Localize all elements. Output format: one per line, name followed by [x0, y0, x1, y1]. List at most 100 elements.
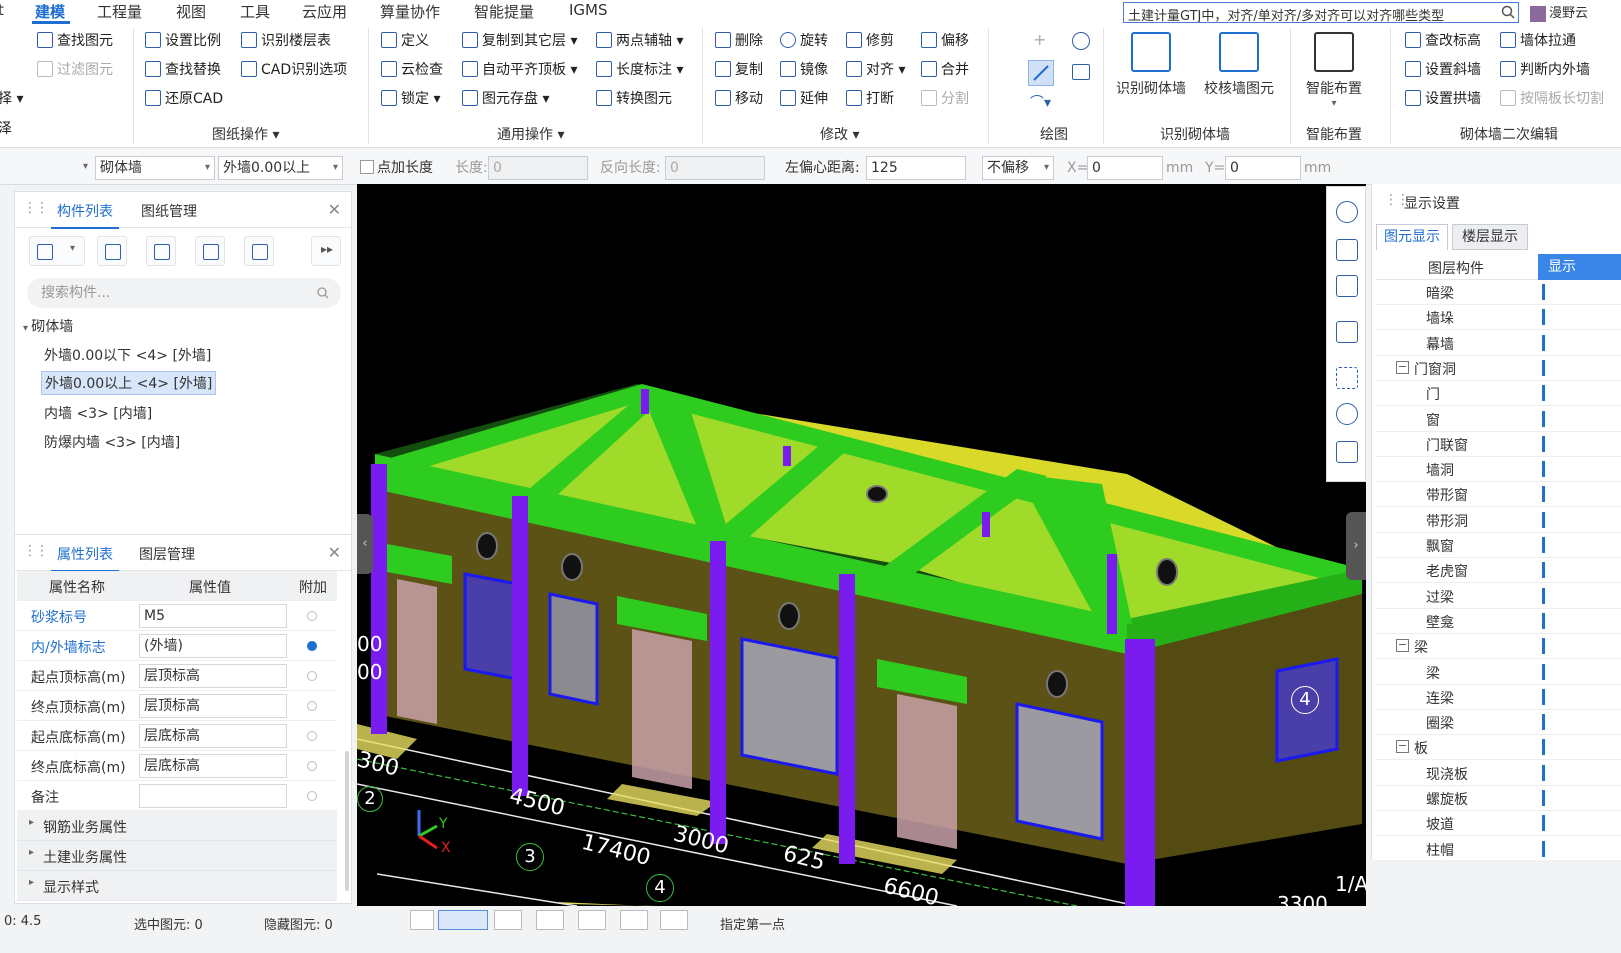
display-row[interactable]: 现浇板	[1376, 761, 1621, 786]
group-label-drawing-ops[interactable]: 图纸操作 ▾	[212, 124, 279, 144]
view-settings-icon[interactable]	[1336, 441, 1358, 463]
property-row[interactable]: 起点底标高(m) 层底标高	[17, 721, 337, 751]
judge-wall-button[interactable]: 判断内外墙	[1500, 59, 1590, 81]
attached-radio[interactable]	[307, 791, 317, 801]
status-tool-button[interactable]	[620, 910, 648, 930]
property-row[interactable]: 起点顶标高(m) 层顶标高	[17, 661, 337, 691]
define-button[interactable]: 定义	[381, 30, 429, 52]
cut-by-partition-button[interactable]: 按隔板长切割	[1500, 88, 1604, 110]
edit-elevation-button[interactable]: 查改标高	[1405, 30, 1481, 52]
visibility-checkbox[interactable]	[1542, 309, 1545, 326]
component-layer-dropdown[interactable]: 外墙0.00以上	[218, 156, 343, 180]
visibility-checkbox[interactable]	[1542, 688, 1545, 705]
smart-layout-button[interactable]: 智能布置 ▾	[1298, 28, 1370, 109]
copy-component-button[interactable]	[97, 236, 127, 266]
property-row[interactable]: 砂浆标号 M5	[17, 601, 337, 631]
tree-item[interactable]: 防爆内墙 <3> [内墙]	[44, 432, 180, 452]
help-search-input[interactable]: 土建计量GTJ中，对齐/单对齐/多对齐可以对齐哪些类型	[1123, 2, 1519, 23]
drag-handle-icon[interactable]: ⋮⋮	[23, 200, 49, 216]
display-row[interactable]: 门联窗	[1376, 432, 1621, 457]
display-row[interactable]: 连梁	[1376, 685, 1621, 710]
rect-draw-icon[interactable]	[1072, 64, 1090, 80]
fullscreen-icon[interactable]	[1336, 367, 1358, 389]
display-mode-icon[interactable]	[1336, 321, 1358, 343]
component-search-input[interactable]: 搜索构件...	[27, 278, 341, 308]
category-dropdown[interactable]	[0, 156, 92, 180]
menu-cloud[interactable]: 云应用	[302, 1, 347, 22]
visibility-checkbox[interactable]	[1542, 638, 1545, 655]
property-value-input[interactable]: (外墙)	[139, 634, 287, 658]
tab-floor-display[interactable]: 楼层显示	[1452, 224, 1528, 250]
lock-button[interactable]: 锁定 ▾	[381, 88, 440, 110]
visibility-checkbox[interactable]	[1542, 815, 1545, 832]
tree-item[interactable]: 外墙0.00以下 <4> [外墙]	[44, 345, 211, 365]
find-element-button[interactable]: 查找图元	[37, 30, 113, 52]
split-button[interactable]: 分割	[921, 88, 969, 110]
property-value-input[interactable]: M5	[139, 604, 287, 628]
menu-view[interactable]: 视图	[176, 1, 206, 22]
delete-component-button[interactable]	[146, 236, 176, 266]
visibility-checkbox[interactable]	[1542, 359, 1545, 376]
group-label-modify[interactable]: 修改 ▾	[820, 124, 859, 144]
display-row[interactable]: 过梁	[1376, 584, 1621, 609]
element-save-button[interactable]: 图元存盘 ▾	[462, 88, 549, 110]
display-row[interactable]: 坡道	[1376, 811, 1621, 837]
property-group[interactable]: ▸ 钢筋业务属性	[17, 811, 337, 841]
user-account[interactable]: 漫野云	[1530, 2, 1621, 23]
display-row[interactable]: 圈梁	[1376, 710, 1621, 736]
reverse-length-input[interactable]: 0	[665, 156, 765, 180]
copy-to-floor-button[interactable]: 复制到其它层 ▾	[462, 30, 577, 52]
identify-floor-table-button[interactable]: 识别楼层表	[241, 30, 331, 52]
tree-item[interactable]: 内墙 <3> [内墙]	[44, 403, 152, 423]
visibility-checkbox[interactable]	[1542, 334, 1545, 351]
attached-radio[interactable]	[307, 611, 317, 621]
property-row[interactable]: 内/外墙标志 (外墙)	[17, 631, 337, 661]
select-dropdown[interactable]: 择 ▾	[0, 88, 23, 110]
property-row[interactable]: 终点底标高(m) 层底标高	[17, 751, 337, 781]
collapse-icon[interactable]: −	[1396, 740, 1409, 754]
scrollbar[interactable]	[345, 751, 349, 891]
visibility-checkbox[interactable]	[1542, 790, 1545, 806]
display-row[interactable]: 螺旋板	[1376, 786, 1621, 811]
set-arch-wall-button[interactable]: 设置拱墙	[1405, 88, 1481, 110]
visibility-checkbox[interactable]	[1542, 739, 1545, 756]
trim-button[interactable]: 修剪	[846, 30, 894, 52]
menu-collab[interactable]: 算量协作	[380, 1, 440, 22]
offset-mode-dropdown[interactable]: 不偏移	[982, 156, 1054, 180]
status-tool-button[interactable]	[536, 910, 564, 930]
layer-copy-button[interactable]	[244, 236, 274, 266]
mirror-button[interactable]: 镜像	[780, 59, 828, 81]
menu-modeling[interactable]: 建模	[35, 1, 65, 22]
3d-cube-icon[interactable]	[1336, 275, 1358, 297]
check-wall-button[interactable]: 校核墙图元	[1198, 28, 1280, 98]
length-dimension-button[interactable]: 长度标注 ▾	[596, 59, 683, 81]
more-tools-button[interactable]: ▸▸	[311, 236, 341, 266]
visibility-checkbox[interactable]	[1542, 663, 1545, 680]
attached-radio[interactable]	[307, 731, 317, 741]
2d-view-icon[interactable]	[1336, 239, 1358, 261]
delete-button[interactable]: 删除	[715, 30, 763, 52]
collapse-left-handle[interactable]: ‹	[357, 514, 373, 574]
display-row[interactable]: 带形洞	[1376, 508, 1621, 533]
offset-distance-input[interactable]: 125	[866, 156, 966, 180]
property-row[interactable]: 终点顶标高(m) 层顶标高	[17, 691, 337, 721]
point-length-checkbox[interactable]: 点加长度	[360, 156, 433, 180]
visibility-checkbox[interactable]	[1542, 385, 1545, 402]
offset-button[interactable]: 偏移	[921, 30, 969, 52]
line-draw-button[interactable]	[1028, 60, 1054, 86]
tab-component-list[interactable]: 构件列表	[51, 201, 119, 229]
arc-draw-icon[interactable]: ⌒▾	[1030, 92, 1051, 112]
property-value-input[interactable]: 层顶标高	[139, 694, 287, 718]
component-type-dropdown[interactable]: 砌体墙	[95, 156, 215, 180]
attached-radio[interactable]	[307, 761, 317, 771]
convert-element-button[interactable]: 转换图元	[596, 88, 672, 110]
status-tool-button[interactable]	[438, 910, 488, 930]
merge-button[interactable]: 合并	[921, 59, 969, 81]
display-row[interactable]: 门	[1376, 381, 1621, 407]
status-tool-button[interactable]	[494, 910, 522, 930]
property-value-input[interactable]: 层底标高	[139, 754, 287, 778]
menu-igms[interactable]: IGMS	[569, 1, 608, 19]
display-row[interactable]: − 板	[1376, 735, 1621, 761]
tab-layer-management[interactable]: 图层管理	[139, 544, 195, 564]
display-row[interactable]: 暗梁	[1376, 280, 1621, 305]
